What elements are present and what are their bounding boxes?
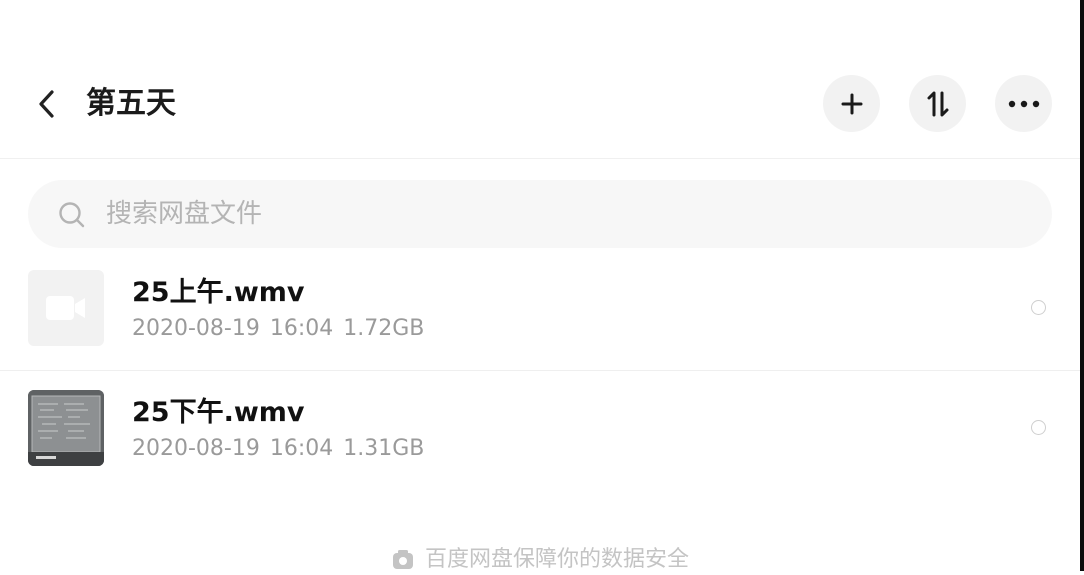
footer-text: 百度网盘保障你的数据安全 [424,547,689,572]
sort-icon [927,91,948,116]
file-thumbnail [28,270,104,346]
shield-icon [392,550,413,569]
more-button[interactable] [995,75,1052,132]
file-size: 1.72GB [343,316,425,341]
file-meta: 2020-08-19 16:04 1.31GB [132,435,434,463]
file-row[interactable]: 25下午.wmv 2020-08-19 16:04 1.31GB [0,370,1080,490]
file-date: 2020-08-19 [132,436,260,461]
add-button[interactable] [823,75,880,132]
file-size: 1.31GB [343,436,425,461]
search-placeholder: 搜索网盘文件 [106,199,263,229]
file-meta: 2020-08-19 16:04 1.72GB [132,315,434,343]
more-icon [1008,100,1039,107]
back-button[interactable] [30,82,64,126]
file-name: 25上午.wmv [132,277,305,308]
sort-button[interactable] [909,75,966,132]
screen-edge [1080,0,1084,571]
header-bar: 第五天 [0,60,1080,159]
file-name: 25下午.wmv [132,397,305,428]
file-thumbnail [28,390,104,466]
chevron-left-icon [39,90,54,118]
plus-icon [841,93,862,114]
whiteboard-thumbnail [28,390,104,466]
video-icon [46,296,85,320]
page-title: 第五天 [86,86,176,121]
file-time: 16:04 [269,316,334,341]
file-time: 16:04 [269,436,334,461]
file-row[interactable]: 25上午.wmv 2020-08-19 16:04 1.72GB [0,250,1080,371]
search-input[interactable]: 搜索网盘文件 [28,180,1052,248]
search-icon [59,202,85,228]
select-radio[interactable] [1031,300,1046,315]
file-date: 2020-08-19 [132,316,260,341]
select-radio[interactable] [1031,420,1046,435]
